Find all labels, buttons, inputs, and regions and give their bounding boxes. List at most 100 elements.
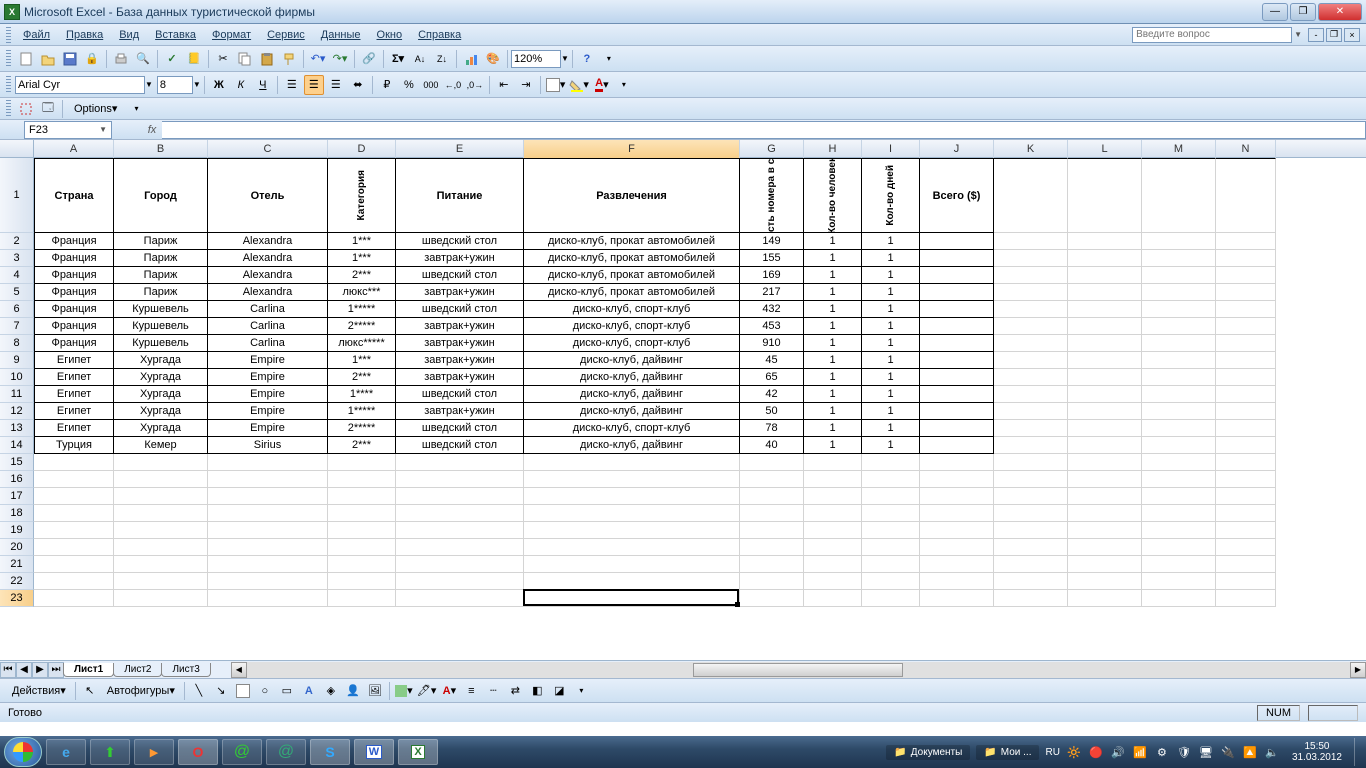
menu-данные[interactable]: Данные: [313, 27, 369, 43]
cell-F22[interactable]: [524, 573, 740, 590]
cell-F3[interactable]: диско-клуб, прокат автомобилей: [524, 250, 740, 267]
cell-E11[interactable]: шведский стол: [396, 386, 524, 403]
cell-C5[interactable]: Alexandra: [208, 284, 328, 301]
cell-N12[interactable]: [1216, 403, 1276, 420]
cell-M2[interactable]: [1142, 233, 1216, 250]
cell-G3[interactable]: 155: [740, 250, 804, 267]
decrease-decimal-button[interactable]: ,0→: [465, 75, 485, 95]
cell-H1[interactable]: Кол-во человек: [804, 158, 862, 233]
cell-D12[interactable]: 1*****: [328, 403, 396, 420]
row-header-15[interactable]: 15: [0, 454, 34, 471]
cell-H7[interactable]: 1: [804, 318, 862, 335]
cell-N22[interactable]: [1216, 573, 1276, 590]
cell-G19[interactable]: [740, 522, 804, 539]
cell-B5[interactable]: Париж: [114, 284, 208, 301]
cell-B16[interactable]: [114, 471, 208, 488]
cell-G17[interactable]: [740, 488, 804, 505]
cell-H16[interactable]: [804, 471, 862, 488]
cell-J11[interactable]: [920, 386, 994, 403]
cell-H6[interactable]: 1: [804, 301, 862, 318]
cell-F10[interactable]: диско-клуб, дайвинг: [524, 369, 740, 386]
3d-button[interactable]: ◪: [549, 681, 569, 701]
cell-G14[interactable]: 40: [740, 437, 804, 454]
tray-icon[interactable]: 🖥: [1198, 744, 1214, 760]
line-button[interactable]: ╲: [189, 681, 209, 701]
cell-B8[interactable]: Куршевель: [114, 335, 208, 352]
cell-A10[interactable]: Египет: [34, 369, 114, 386]
underline-button[interactable]: Ч: [253, 75, 273, 95]
select-objects-button[interactable]: ↖: [80, 681, 100, 701]
cell-M20[interactable]: [1142, 539, 1216, 556]
cell-A4[interactable]: Франция: [34, 267, 114, 284]
cell-A23[interactable]: [34, 590, 114, 607]
column-header-N[interactable]: N: [1216, 140, 1276, 158]
cell-M13[interactable]: [1142, 420, 1216, 437]
cell-I9[interactable]: 1: [862, 352, 920, 369]
cell-I5[interactable]: 1: [862, 284, 920, 301]
cell-N23[interactable]: [1216, 590, 1276, 607]
cell-K14[interactable]: [994, 437, 1068, 454]
menu-вид[interactable]: Вид: [111, 27, 147, 43]
cell-E14[interactable]: шведский стол: [396, 437, 524, 454]
row-header-14[interactable]: 14: [0, 437, 34, 454]
taskbar-word-button[interactable]: W: [354, 739, 394, 765]
cell-C3[interactable]: Alexandra: [208, 250, 328, 267]
cell-N6[interactable]: [1216, 301, 1276, 318]
cell-B4[interactable]: Париж: [114, 267, 208, 284]
menu-формат[interactable]: Формат: [204, 27, 259, 43]
ask-question-input[interactable]: [1132, 27, 1292, 43]
cell-H9[interactable]: 1: [804, 352, 862, 369]
cell-I14[interactable]: 1: [862, 437, 920, 454]
copy-button[interactable]: [235, 49, 255, 69]
cell-H15[interactable]: [804, 454, 862, 471]
oval-button[interactable]: ○: [255, 681, 275, 701]
cell-A16[interactable]: [34, 471, 114, 488]
cell-D19[interactable]: [328, 522, 396, 539]
cell-F11[interactable]: диско-клуб, дайвинг: [524, 386, 740, 403]
cell-J15[interactable]: [920, 454, 994, 471]
rectangle-button[interactable]: [233, 681, 253, 701]
redo-button[interactable]: ↷▾: [330, 49, 350, 69]
cell-E22[interactable]: [396, 573, 524, 590]
fill-color-draw-button[interactable]: ▾: [394, 681, 414, 701]
cell-C10[interactable]: Empire: [208, 369, 328, 386]
column-header-D[interactable]: D: [328, 140, 396, 158]
spelling-button[interactable]: ✓: [162, 49, 182, 69]
cell-L1[interactable]: [1068, 158, 1142, 233]
cell-J3[interactable]: [920, 250, 994, 267]
cell-J13[interactable]: [920, 420, 994, 437]
cell-L6[interactable]: [1068, 301, 1142, 318]
cell-D8[interactable]: люкс*****: [328, 335, 396, 352]
cell-D9[interactable]: 1***: [328, 352, 396, 369]
fx-label[interactable]: fx: [142, 124, 162, 136]
cell-N20[interactable]: [1216, 539, 1276, 556]
cell-L22[interactable]: [1068, 573, 1142, 590]
cell-B17[interactable]: [114, 488, 208, 505]
cell-K7[interactable]: [994, 318, 1068, 335]
cell-B20[interactable]: [114, 539, 208, 556]
wordart-button[interactable]: A: [299, 681, 319, 701]
cell-E15[interactable]: [396, 454, 524, 471]
bold-button[interactable]: Ж: [209, 75, 229, 95]
cell-N1[interactable]: [1216, 158, 1276, 233]
save-button[interactable]: [60, 49, 80, 69]
clipart-button[interactable]: 👤: [343, 681, 363, 701]
sheet-tab-Лист3[interactable]: Лист3: [161, 663, 210, 677]
cell-D10[interactable]: 2***: [328, 369, 396, 386]
taskbar-mail1-button[interactable]: @: [222, 739, 262, 765]
diagram-button[interactable]: ◈: [321, 681, 341, 701]
cell-G2[interactable]: 149: [740, 233, 804, 250]
cell-L13[interactable]: [1068, 420, 1142, 437]
picture-button[interactable]: 🖼: [365, 681, 385, 701]
currency-button[interactable]: ₽: [377, 75, 397, 95]
cell-G21[interactable]: [740, 556, 804, 573]
cell-E9[interactable]: завтрак+ужин: [396, 352, 524, 369]
fill-color-button[interactable]: ▾: [568, 75, 590, 95]
tray-icon[interactable]: 🔼: [1242, 744, 1258, 760]
cell-A3[interactable]: Франция: [34, 250, 114, 267]
cell-C14[interactable]: Sirius: [208, 437, 328, 454]
cell-F18[interactable]: [524, 505, 740, 522]
cell-M10[interactable]: [1142, 369, 1216, 386]
cell-G13[interactable]: 78: [740, 420, 804, 437]
line-color-button[interactable]: 🖊▾: [416, 681, 438, 701]
